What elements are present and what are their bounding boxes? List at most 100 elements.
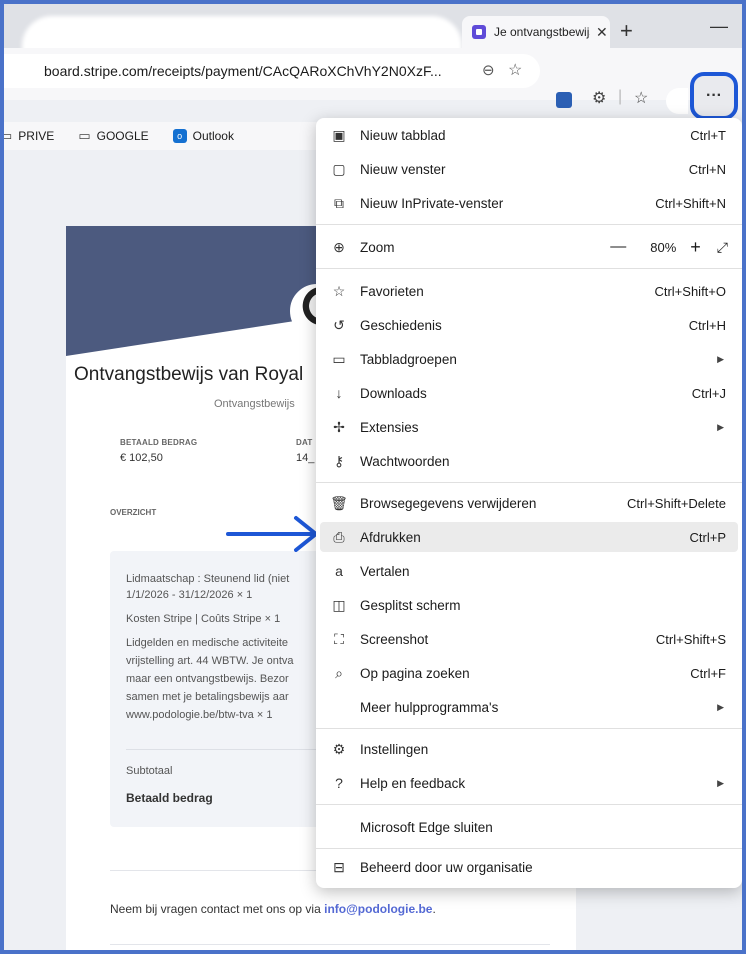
profile-pill[interactable] bbox=[666, 88, 688, 114]
menu-item-history[interactable]: ↺ Geschiedenis Ctrl+H bbox=[320, 310, 738, 340]
help-icon: ? bbox=[335, 775, 343, 791]
submenu-arrow-icon: ▶ bbox=[717, 701, 724, 712]
address-url: board.stripe.com/receipts/payment/CAcQAR… bbox=[44, 63, 442, 79]
settings-more-button[interactable]: ··· bbox=[690, 72, 738, 120]
menu-item-find[interactable]: ⌕ Op pagina zoeken Ctrl+F bbox=[320, 658, 738, 688]
menu-item-split-screen[interactable]: ◫ Gesplitst scherm bbox=[320, 590, 738, 620]
stripe-favicon-icon bbox=[472, 25, 486, 39]
zoom-out-button[interactable]: — bbox=[610, 238, 626, 256]
menu-item-more-tools[interactable]: Meer hulpprogramma's ▶ bbox=[320, 692, 738, 722]
menu-separator bbox=[316, 804, 742, 805]
menu-item-help[interactable]: ? Help en feedback ▶ bbox=[320, 768, 738, 798]
menu-item-tab-groups[interactable]: ▭ Tabbladgroepen ▶ bbox=[320, 344, 738, 374]
summary-line: samen met je betalingsbewijs aar bbox=[126, 691, 289, 703]
browser-tab[interactable]: Je ontvangstbewijs ✕ bbox=[462, 16, 610, 48]
browser-toolbar: board.stripe.com/receipts/payment/CAcQAR… bbox=[4, 48, 742, 100]
favorite-prive[interactable]: ▭ PRIVE bbox=[4, 128, 54, 144]
menu-item-favorites[interactable]: ☆ Favorieten Ctrl+Shift+O bbox=[320, 276, 738, 306]
tab-close-icon[interactable]: ✕ bbox=[596, 24, 608, 41]
menu-label: Extensies bbox=[360, 419, 419, 435]
extensions-icon[interactable]: ⚙ bbox=[592, 88, 606, 108]
menu-shortcut: Ctrl+Shift+Delete bbox=[627, 495, 726, 511]
menu-label: Vertalen bbox=[360, 563, 410, 579]
paid-total-label: Betaald bedrag bbox=[126, 791, 213, 805]
overview-label: OVERZICHT bbox=[110, 508, 157, 517]
summary-line: Kosten Stripe | Coûts Stripe × 1 bbox=[126, 613, 281, 625]
settings-menu: ▣ Nieuw tabblad Ctrl+T ▢ Nieuw venster C… bbox=[316, 118, 742, 888]
outlook-icon: o bbox=[172, 129, 187, 143]
menu-item-settings[interactable]: ⚙ Instellingen bbox=[320, 734, 738, 764]
menu-label: Screenshot bbox=[360, 631, 429, 647]
menu-item-screenshot[interactable]: ⛶ Screenshot Ctrl+Shift+S bbox=[320, 624, 738, 654]
summary-line: 1/1/2026 - 31/12/2026 × 1 bbox=[126, 589, 253, 601]
paid-amount-label: BETAALD BEDRAG bbox=[120, 438, 198, 447]
submenu-arrow-icon: ▶ bbox=[717, 421, 724, 432]
zoom-in-button[interactable]: + bbox=[690, 237, 701, 258]
favorites-icon[interactable]: ☆ bbox=[634, 88, 648, 108]
summary-line: www.podologie.be/btw-tva × 1 bbox=[126, 709, 273, 721]
menu-item-new-inprivate[interactable]: ⧉ Nieuw InPrivate-venster Ctrl+Shift+N bbox=[320, 188, 738, 218]
favorite-star-icon[interactable]: ☆ bbox=[508, 60, 522, 80]
menu-label: Browsegegevens verwijderen bbox=[360, 495, 537, 511]
menu-item-clear-data[interactable]: 🗑 Browsegegevens verwijderen Ctrl+Shift+… bbox=[320, 488, 738, 518]
menu-label: Help en feedback bbox=[360, 775, 466, 791]
printer-icon: ⎙ bbox=[333, 528, 345, 545]
summary-line: Lidgelden en medische activiteite bbox=[126, 637, 289, 649]
menu-label: Op pagina zoeken bbox=[360, 665, 470, 681]
tab-title: Je ontvangstbewijs bbox=[494, 25, 590, 39]
menu-separator bbox=[316, 268, 742, 269]
menu-label: Beheerd door uw organisatie bbox=[360, 859, 533, 875]
menu-label: Meer hulpprogramma's bbox=[360, 699, 499, 715]
download-icon: ↓ bbox=[335, 385, 343, 401]
card-divider bbox=[110, 944, 550, 945]
extension-icon[interactable] bbox=[556, 92, 572, 108]
menu-item-zoom: ⊕ Zoom — 80% + ⤢ bbox=[320, 232, 738, 262]
menu-item-print[interactable]: ⎙ Afdrukken Ctrl+P bbox=[320, 522, 738, 552]
summary-line: Lidmaatschap : Steunend lid (niet bbox=[126, 573, 290, 585]
date-label: DAT bbox=[296, 438, 313, 447]
address-bar[interactable]: board.stripe.com/receipts/payment/CAcQAR… bbox=[4, 54, 540, 88]
menu-label: Geschiedenis bbox=[360, 317, 442, 333]
menu-item-close-edge[interactable]: Microsoft Edge sluiten bbox=[320, 812, 738, 842]
menu-shortcut: Ctrl+N bbox=[688, 161, 726, 177]
menu-shortcut: Ctrl+H bbox=[688, 317, 726, 333]
menu-label: Microsoft Edge sluiten bbox=[360, 819, 493, 835]
new-tab-button[interactable]: + bbox=[620, 18, 633, 44]
annotation-arrow bbox=[226, 516, 318, 552]
summary-line: maar een ontvangstbewijs. Bezor bbox=[126, 673, 289, 685]
menu-shortcut: Ctrl+Shift+S bbox=[655, 631, 726, 647]
menu-item-translate[interactable]: a Vertalen bbox=[320, 556, 738, 586]
menu-shortcut: Ctrl+Shift+O bbox=[654, 283, 726, 299]
favorite-google[interactable]: ▭ GOOGLE bbox=[78, 128, 148, 144]
menu-item-new-window[interactable]: ▢ Nieuw venster Ctrl+N bbox=[320, 154, 738, 184]
receipt-subtitle: Ontvangstbewijs bbox=[214, 398, 295, 410]
menu-label: Tabbladgroepen bbox=[360, 351, 457, 367]
fullscreen-icon[interactable]: ⤢ bbox=[717, 239, 728, 256]
menu-item-extensions[interactable]: ✢ Extensies ▶ bbox=[320, 412, 738, 442]
zoom-controls: — 80% + ⤢ bbox=[610, 237, 728, 258]
menu-item-managed[interactable]: ⊟ Beheerd door uw organisatie bbox=[320, 852, 738, 882]
folder-icon: ▭ bbox=[78, 128, 91, 143]
menu-label: Nieuw venster bbox=[360, 161, 446, 177]
minimize-button[interactable]: — bbox=[710, 16, 728, 37]
menu-separator bbox=[316, 728, 742, 729]
briefcase-icon: ⊟ bbox=[333, 858, 345, 875]
favorite-outlook[interactable]: o Outlook bbox=[172, 129, 234, 143]
menu-label: Favorieten bbox=[360, 283, 424, 299]
tab-groups-icon: ▭ bbox=[332, 350, 346, 367]
menu-label: Nieuw tabblad bbox=[360, 127, 446, 143]
zoom-out-icon[interactable]: ⊖ bbox=[482, 61, 495, 79]
menu-shortcut: Ctrl+F bbox=[690, 665, 726, 681]
menu-label: Zoom bbox=[360, 239, 395, 255]
menu-item-downloads[interactable]: ↓ Downloads Ctrl+J bbox=[320, 378, 738, 408]
menu-item-passwords[interactable]: ⚷ Wachtwoorden bbox=[320, 446, 738, 476]
toolbar-divider: | bbox=[618, 88, 623, 105]
new-tab-icon: ▣ bbox=[332, 126, 346, 143]
menu-item-new-tab[interactable]: ▣ Nieuw tabblad Ctrl+T bbox=[320, 120, 738, 150]
contact-text: Neem bij vragen contact met ons op via bbox=[110, 902, 325, 916]
menu-separator bbox=[316, 224, 742, 225]
contact-email-link[interactable]: info@podologie.be bbox=[324, 902, 432, 916]
menu-label: Gesplitst scherm bbox=[360, 597, 461, 613]
date-value: 14_ bbox=[296, 452, 315, 464]
contact-line: Neem bij vragen contact met ons op via i… bbox=[110, 902, 436, 916]
